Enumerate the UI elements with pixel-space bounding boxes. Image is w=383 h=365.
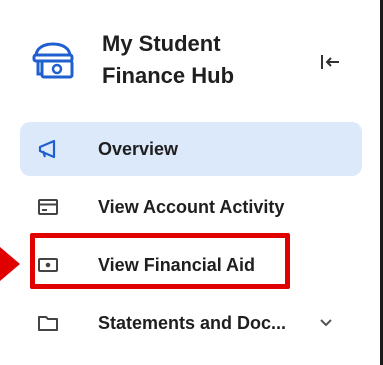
sidebar-item-label: Overview — [98, 139, 179, 159]
sidebar-item-label: Statements and Doc... — [98, 313, 287, 333]
sidebar-item-overview[interactable]: Overview — [20, 122, 362, 176]
sidebar-header: My Student Finance Hub — [20, 18, 360, 106]
sidebar-nav: Overview View Account Activity View Fina… — [20, 122, 362, 354]
folder-icon — [36, 311, 60, 335]
sidebar-item-statements[interactable]: Statements and Doc... — [20, 296, 362, 350]
finance-hub-icon — [30, 38, 76, 84]
pointer-arrow — [0, 247, 20, 281]
megaphone-icon — [36, 137, 60, 161]
sidebar-title-line2: Finance Hub — [102, 63, 235, 88]
sidebar-item-account-activity[interactable]: View Account Activity — [20, 180, 362, 234]
sidebar-item-financial-aid[interactable]: View Financial Aid — [20, 238, 362, 292]
sidebar-panel: My Student Finance Hub Overview View Acc… — [0, 0, 383, 365]
collapse-left-icon — [321, 55, 339, 69]
sidebar-title: My Student Finance Hub — [102, 28, 302, 92]
sidebar-item-label: View Financial Aid — [98, 255, 256, 275]
chevron-down-icon[interactable] — [316, 313, 336, 333]
collapse-sidebar-button[interactable] — [316, 48, 344, 76]
cash-icon — [36, 253, 60, 277]
card-icon — [36, 195, 60, 219]
sidebar-title-line1: My Student — [102, 31, 221, 56]
sidebar-item-label: View Account Activity — [98, 197, 285, 217]
